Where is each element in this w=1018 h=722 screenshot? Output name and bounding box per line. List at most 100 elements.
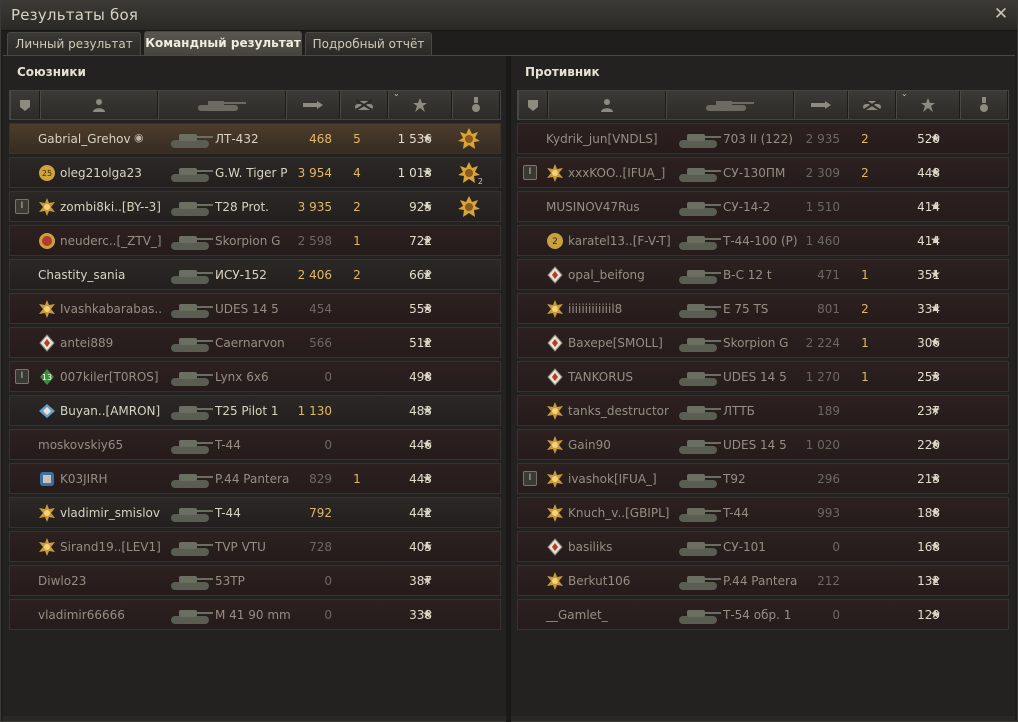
player-name: Kydrik_jun[VNDLS] xyxy=(546,132,658,146)
player-row[interactable]: Gabrial_Grehov ◉ ЛТ-432 468 5 1 536 ★ xyxy=(9,123,501,154)
tank-image xyxy=(167,534,215,560)
tab-personal-result[interactable]: Личный результат xyxy=(7,32,141,55)
damage-value: 454 xyxy=(309,302,332,316)
player-row[interactable]: __Gamlet_ Т-54 обр. 1 0 129 ★ xyxy=(517,599,1009,630)
rank-medal-icon xyxy=(546,334,564,352)
player-row[interactable]: vladimir66666 M 41 90 mm 0 338 ★ xyxy=(9,599,501,630)
player-row[interactable]: Izombi8ki..[BY--3] T28 Prot. 3 935 2 925 ★ xyxy=(9,191,501,222)
player-row[interactable]: opal_beifong В-С 12 t 471 1 351 ★ xyxy=(517,259,1009,290)
player-row[interactable]: 2 karatel13..[F-V-T] Т-44-100 (Р) 1 460 414 ★ xyxy=(517,225,1009,256)
player-row[interactable]: basiliks СУ-101 0 168 ★ xyxy=(517,531,1009,562)
player-row[interactable]: vladimir_smislov T-44 792 442 ★ xyxy=(9,497,501,528)
tank-name: ЛТ-432 xyxy=(215,132,259,146)
player-row[interactable]: IxxxKOO..[IFUA_] СУ-130ПМ 2 309 2 448 ★ xyxy=(517,157,1009,188)
tank-image xyxy=(675,194,723,220)
experience-star-icon: ★ xyxy=(930,369,941,383)
rank-medal-icon xyxy=(38,300,56,318)
tank-image xyxy=(167,194,215,220)
enemy-squad-col-header[interactable] xyxy=(518,91,548,119)
damage-value: 1 460 xyxy=(805,234,840,248)
player-row[interactable]: Knuch_v..[GBIPL] T-44 993 188 ★ xyxy=(517,497,1009,528)
tank-name: T92 xyxy=(723,472,746,486)
player-row[interactable]: moskovskiy65 T-44 0 446 ★ xyxy=(9,429,501,460)
tank-name: T-44 xyxy=(215,506,241,520)
squad-badge: I xyxy=(15,369,29,384)
rank-medal-icon xyxy=(38,538,56,556)
ally-damage-col-header[interactable] xyxy=(286,91,340,119)
enemy-experience-col-header[interactable]: ⌄ xyxy=(896,89,960,119)
experience-star-icon: ★ xyxy=(422,573,433,587)
experience-star-icon: ★ xyxy=(930,471,941,485)
player-row[interactable]: Iivashok[IFUA_] T92 296 213 ★ xyxy=(517,463,1009,494)
player-row[interactable]: 25 oleg21olga23 G.W. Tiger P3 954 4 1 013 ★ 2 xyxy=(9,157,501,188)
enemy-player-col-header[interactable] xyxy=(548,91,666,119)
close-icon[interactable]: ✕ xyxy=(991,4,1011,24)
tank-image xyxy=(167,126,215,152)
player-row[interactable]: Baxepe[SMOLL] Skorpion G2 224 1 306 ★ xyxy=(517,327,1009,358)
player-name: Berkut106 xyxy=(568,574,631,588)
svg-text:13: 13 xyxy=(42,373,52,382)
tank-name: СУ-130ПМ xyxy=(723,166,786,180)
experience-star-icon: ★ xyxy=(930,131,941,145)
player-row[interactable]: Ivashkabarabas.. UDES 14 5 454 553 ★ xyxy=(9,293,501,324)
tab-bar: Личный результат Командный результат Под… xyxy=(5,31,1015,55)
player-row[interactable]: iiiiiiiiiiiiil8 E 75 TS 801 2 334 ★ xyxy=(517,293,1009,324)
player-row[interactable]: Sirand19..[LEV1] TVP VTU 728 405 ★ xyxy=(9,531,501,562)
tank-image xyxy=(167,432,215,458)
enemy-awards-col-header[interactable] xyxy=(960,91,1008,119)
player-row[interactable]: tanks_destructor ЛТТБ 189 237 ★ xyxy=(517,395,1009,426)
rank-medal-icon xyxy=(38,504,56,522)
damage-value: 2 598 xyxy=(297,234,332,248)
player-row[interactable]: I 13 007kiler[T0ROS] Lynx 6x6 0 498 ★ xyxy=(9,361,501,392)
tab-detailed-report[interactable]: Подробный отчёт xyxy=(305,32,432,55)
rank-medal-icon xyxy=(38,232,56,250)
player-row[interactable]: antei889 Caernarvon 566 512 ★ xyxy=(9,327,501,358)
player-name: K03JIRH xyxy=(60,472,108,486)
player-row[interactable]: Buyan..[AMRON] T25 Pilot 11 130 483 ★ xyxy=(9,395,501,426)
ally-kills-col-header[interactable] xyxy=(340,91,388,119)
damage-value: 2 309 xyxy=(805,166,840,180)
enemy-damage-col-header[interactable] xyxy=(794,91,848,119)
player-name: Baxepe[SMOLL] xyxy=(568,336,663,350)
tab-team-result[interactable]: Командный результат xyxy=(144,31,302,55)
experience-star-icon: ★ xyxy=(930,233,941,247)
player-row[interactable]: neuderc..[_ZTV_] Skorpion G2 598 1 722 ★ xyxy=(9,225,501,256)
rank-medal-icon xyxy=(546,538,564,556)
tank-image xyxy=(675,160,723,186)
award-icon: 2 xyxy=(458,162,483,186)
player-row[interactable]: TANKORUS UDES 14 51 270 1 253 ★ xyxy=(517,361,1009,392)
ally-tank-col-header[interactable] xyxy=(158,91,286,119)
experience-star-icon: ★ xyxy=(930,437,941,451)
player-row[interactable]: Chastity_sania ИСУ-152 2 406 2 662 ★ xyxy=(9,259,501,290)
ally-squad-col-header[interactable] xyxy=(10,91,40,119)
kills-value: 2 xyxy=(353,268,361,282)
player-row[interactable]: MUSINOV47Rus СУ-14-2 1 510 414 ★ xyxy=(517,191,1009,222)
tank-name: T28 Prot. xyxy=(215,200,269,214)
player-name: Gain90 xyxy=(568,438,611,452)
player-name: karatel13..[F-V-T] xyxy=(568,234,671,248)
ally-awards-col-header[interactable] xyxy=(452,91,500,119)
tank-image xyxy=(675,364,723,390)
player-row[interactable]: Diwlo23 53TP 0 387 ★ xyxy=(9,565,501,596)
player-name: __Gamlet_ xyxy=(546,608,608,622)
damage-value: 829 xyxy=(309,472,332,486)
player-row[interactable]: Kydrik_jun[VNDLS] 703 II (122) 2 935 2 520 ★ xyxy=(517,123,1009,154)
player-row[interactable]: Gain90 UDES 14 51 020 220 ★ xyxy=(517,429,1009,460)
experience-star-icon: ★ xyxy=(930,267,941,281)
experience-star-icon: ★ xyxy=(422,199,433,213)
enemy-tank-col-header[interactable] xyxy=(666,91,794,119)
ally-player-col-header[interactable] xyxy=(40,91,158,119)
experience-star-icon: ★ xyxy=(422,369,433,383)
tank-image xyxy=(675,534,723,560)
battle-results-window: Результаты боя ✕ Личный результат Команд… xyxy=(0,0,1018,722)
kills-value: 1 xyxy=(861,336,869,350)
tank-name: T-44 xyxy=(723,506,749,520)
ally-experience-col-header[interactable]: ⌄ xyxy=(388,89,452,119)
player-row[interactable]: K03JIRH P.44 Pantera 829 1 443 ★ xyxy=(9,463,501,494)
player-row[interactable]: Berkut106 P.44 Pantera 212 132 ★ xyxy=(517,565,1009,596)
enemies-title: Противник xyxy=(525,65,600,79)
enemy-kills-col-header[interactable] xyxy=(848,91,896,119)
player-name: TANKORUS xyxy=(568,370,633,384)
player-name: basiliks xyxy=(568,540,613,554)
rank-medal-icon xyxy=(546,402,564,420)
